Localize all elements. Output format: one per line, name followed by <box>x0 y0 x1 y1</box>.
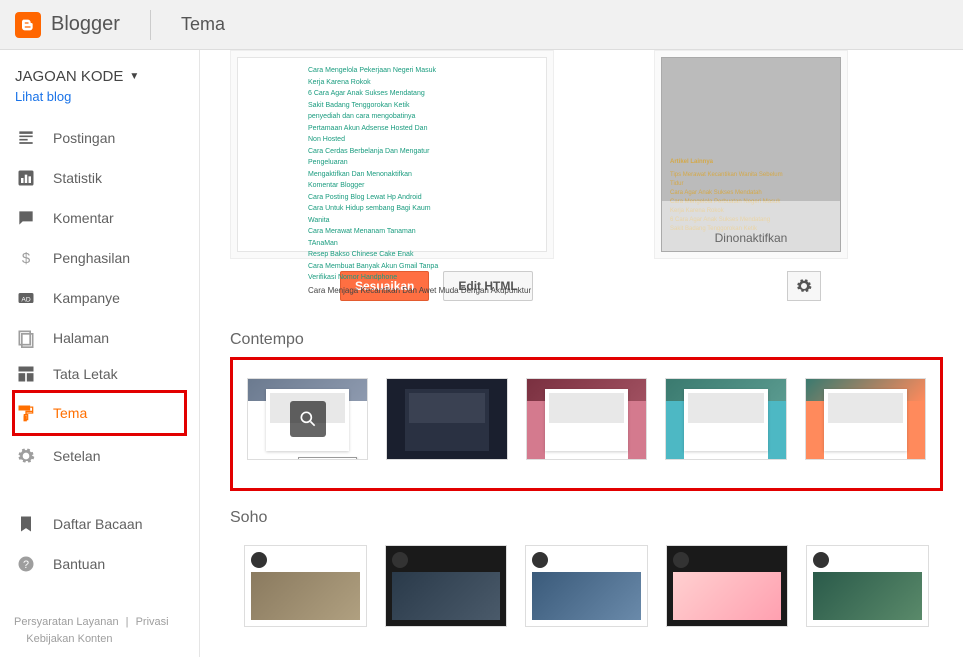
nav-label: Daftar Bacaan <box>53 516 143 532</box>
preview-line: Wanita <box>308 216 536 227</box>
preview-tooltip: Pratinjau <box>298 457 357 460</box>
preview-line: Mengaktifkan Dan Menonaktifkan <box>308 170 536 181</box>
sidebar-item-settings[interactable]: Setelan <box>0 436 199 476</box>
preview-line: Cara Mengelola Pekerjaan Negeri Masuk <box>308 66 536 77</box>
nav-label: Setelan <box>53 448 100 464</box>
disabled-overlay: Dinonaktifkan <box>662 201 840 251</box>
preview-line: Pengeluaran <box>308 158 536 169</box>
stats-icon <box>15 167 37 189</box>
sidebar-item-layout[interactable]: Tata Letak <box>0 358 199 390</box>
theme-soho-2[interactable] <box>385 545 508 627</box>
layout-icon <box>15 363 37 385</box>
preview-line: Kerja Karena Rokok <box>308 78 536 89</box>
live-preview[interactable]: Cara Mengelola Pekerjaan Negeri MasukKer… <box>237 57 547 252</box>
paint-roller-icon <box>15 402 37 424</box>
theme-contempo-orange[interactable] <box>805 378 926 460</box>
mobile-line: Cara Agar Anak Sukses Mendatah <box>670 189 832 198</box>
section-title-contempo: Contempo <box>230 331 943 349</box>
theme-contempo-teal[interactable] <box>665 378 786 460</box>
mobile-section-header: Artikel Lainnya <box>670 158 832 167</box>
nav-label: Postingan <box>53 130 115 146</box>
main-content: Cara Mengelola Pekerjaan Negeri MasukKer… <box>200 50 963 657</box>
preview-line: Cara Posting Blog Lewat Hp Android <box>308 193 536 204</box>
blog-selector[interactable]: JAGOAN KODE ▼ <box>0 68 199 85</box>
preview-article-title: Cara Menjaga Kecantikan Dan Awet Muda De… <box>308 285 536 297</box>
mobile-preview[interactable]: Artikel Lainnya Tips Merawat Kecantikan … <box>661 57 841 252</box>
gear-icon <box>795 277 813 295</box>
preview-line: Cara Untuk Hidup sembang Bagi Kaum <box>308 204 536 215</box>
preview-line: 6 Cara Agar Anak Sukses Mendatang <box>308 89 536 100</box>
theme-soho-4[interactable] <box>666 545 789 627</box>
nav-label: Halaman <box>53 330 109 346</box>
post-icon <box>15 127 37 149</box>
soho-theme-row <box>230 535 943 637</box>
preview-line: Komentar Blogger <box>308 181 536 192</box>
mobile-settings-button[interactable] <box>787 271 821 301</box>
pages-icon <box>15 327 37 349</box>
section-title-soho: Soho <box>230 509 943 527</box>
nav-label: Bantuan <box>53 556 105 572</box>
live-preview-box: Cara Mengelola Pekerjaan Negeri MasukKer… <box>230 50 554 259</box>
comment-icon <box>15 207 37 229</box>
caret-down-icon: ▼ <box>129 71 139 82</box>
theme-soho-3[interactable] <box>525 545 648 627</box>
theme-contempo-light[interactable]: Pratinjau <box>247 378 368 460</box>
theme-soho-1[interactable] <box>244 545 367 627</box>
brand-name: Blogger <box>51 13 120 36</box>
mobile-preview-box: Artikel Lainnya Tips Merawat Kecantikan … <box>654 50 848 259</box>
preview-line: Non Hosted <box>308 135 536 146</box>
sidebar-item-help[interactable]: ? Bantuan <box>0 544 199 584</box>
nav-label: Komentar <box>53 210 114 226</box>
preview-line: Pertamaan Akun Adsense Hosted Dan <box>308 124 536 135</box>
sidebar-item-pages[interactable]: Halaman <box>0 318 199 358</box>
mobile-line: Tips Merawat Kecantikan Wanita Sebelum <box>670 171 832 180</box>
sidebar-item-comments[interactable]: Komentar <box>0 198 199 238</box>
sidebar-item-reading-list[interactable]: Daftar Bacaan <box>0 504 199 544</box>
nav-label: Tata Letak <box>53 366 118 382</box>
sidebar-item-earnings[interactable]: $ Penghasilan <box>0 238 199 278</box>
blogger-logo-icon <box>15 12 41 38</box>
preview-line: penyediah dan cara mengobatinya <box>308 112 536 123</box>
svg-text:?: ? <box>23 559 29 571</box>
theme-contempo-pink[interactable] <box>526 378 647 460</box>
dollar-icon: $ <box>15 247 37 269</box>
preview-line: Cara Membuat Banyak Akun Gmail Tanpa <box>308 262 536 273</box>
theme-contempo-dark[interactable] <box>386 378 507 460</box>
magnify-icon <box>290 401 326 437</box>
content-policy-link[interactable]: Kebijakan Konten <box>22 633 116 645</box>
nav-label: Statistik <box>53 170 102 186</box>
blog-name: JAGOAN KODE <box>15 68 123 85</box>
ad-icon: AD <box>15 287 37 309</box>
privacy-link[interactable]: Privasi <box>132 616 173 628</box>
nav-label: Tema <box>53 405 87 421</box>
preview-line: Sakit Badang Tenggorokan Ketik <box>308 101 536 112</box>
sidebar-item-theme[interactable]: Tema <box>15 393 184 433</box>
bookmark-icon <box>15 513 37 535</box>
top-bar: Blogger Tema <box>0 0 963 50</box>
preview-line: TAnaMan <box>308 239 536 250</box>
preview-line: Cara Cerdas Berbelanja Dan Mengatur <box>308 147 536 158</box>
sidebar-item-stats[interactable]: Statistik <box>0 158 199 198</box>
preview-line: Cara Merawat Menanam Tanaman <box>308 227 536 238</box>
svg-text:$: $ <box>22 250 31 267</box>
view-blog-link[interactable]: Lihat blog <box>15 89 71 104</box>
page-title: Tema <box>181 14 225 35</box>
theme-soho-5[interactable] <box>806 545 929 627</box>
footer-links: Persyaratan Layanan | Privasi Kebijakan … <box>10 614 173 649</box>
nav-label: Kampanye <box>53 290 120 306</box>
nav-label: Penghasilan <box>53 250 130 266</box>
svg-text:AD: AD <box>21 296 30 303</box>
terms-link[interactable]: Persyaratan Layanan <box>10 616 123 628</box>
gear-icon <box>15 445 37 467</box>
separator <box>150 10 151 40</box>
mobile-line: Tidur <box>670 180 832 189</box>
preview-line: Verifikasi Nomor Handphone <box>308 273 536 284</box>
sidebar: JAGOAN KODE ▼ Lihat blog Postingan Stati… <box>0 50 200 657</box>
sidebar-item-campaigns[interactable]: AD Kampanye <box>0 278 199 318</box>
contempo-theme-row: Pratinjau <box>230 357 943 491</box>
preview-line: Resep Bakso Chinese Cake Enak <box>308 250 536 261</box>
sidebar-item-posts[interactable]: Postingan <box>0 118 199 158</box>
help-icon: ? <box>15 553 37 575</box>
